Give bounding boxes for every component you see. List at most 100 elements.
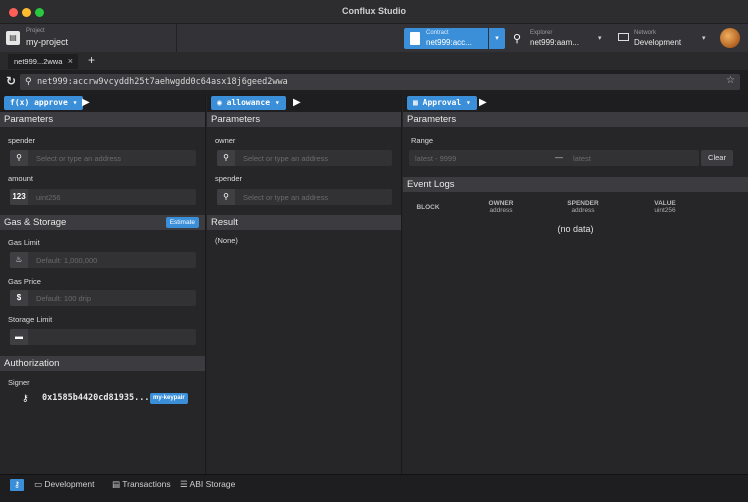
range-input[interactable]: latest - 9999 — latest (409, 150, 699, 166)
method-selector[interactable]: f(x) approve ▾ (4, 96, 84, 110)
amount-label: amount (8, 174, 34, 183)
keypair-badge: my-keypair (150, 393, 188, 404)
contract-selector[interactable]: Contract net999:acc... (404, 28, 488, 49)
chevron-down-icon: ▾ (274, 98, 280, 107)
chevron-down-icon: ▾ (72, 98, 78, 107)
method-name: allowance (226, 98, 271, 107)
spender-placeholder: Select or type an address (243, 193, 329, 202)
owner-input[interactable]: ⚲ Select or type an address (217, 150, 392, 166)
refresh-icon[interactable]: ↻ (6, 74, 16, 88)
column-type: uint256 (654, 207, 676, 214)
key-icon: ⚷ (22, 393, 29, 403)
column-type: address (571, 207, 595, 214)
chevron-down-icon: ▾ (466, 98, 471, 107)
development-label: Development (44, 479, 95, 489)
explorer-value: net999:aam... (530, 38, 579, 47)
approve-panel: f(x) approve ▾ ▶ Parameters spender ⚲ Se… (0, 94, 206, 474)
spender-input[interactable]: ⚲ Select or type an address (217, 189, 392, 205)
spender-label: spender (215, 174, 243, 183)
gas-limit-input[interactable]: ♨ Default: 1,000,000 (10, 252, 196, 268)
gas-price-input[interactable]: $ Default: 100 drip (10, 290, 196, 306)
abi-storage-label: ABI Storage (189, 479, 236, 489)
owner-label: owner (215, 136, 236, 145)
gas-price-placeholder: Default: 100 drip (36, 294, 92, 303)
range-separator: — (555, 153, 563, 162)
map-pin-icon: ⚲ (217, 150, 235, 166)
explorer-selector[interactable]: ⚲ Explorer net999:aam... ▾ (510, 28, 610, 49)
estimate-button[interactable]: Estimate (165, 217, 199, 228)
amount-placeholder: uint256 (36, 193, 61, 202)
column-name: BLOCK (416, 204, 440, 211)
tab-label: net999...2wwa (14, 57, 63, 66)
method-selector[interactable]: ◉ allowance ▾ (211, 96, 286, 110)
number-icon: 123 (10, 189, 28, 205)
column-value: VALUE uint256 (645, 200, 685, 214)
status-transactions[interactable]: ▤ Transactions (112, 479, 171, 490)
column-type: address (489, 207, 513, 214)
run-button[interactable]: ▶ (293, 97, 301, 108)
map-pin-icon: ⚲ (217, 189, 235, 205)
list-icon: ▤ (112, 479, 121, 489)
storage-limit-label: Storage Limit (8, 315, 53, 324)
document-icon (410, 32, 420, 45)
status-abi-storage[interactable]: ☰ ABI Storage (180, 479, 235, 490)
network-selector[interactable]: Network Development ▾ (616, 28, 716, 49)
title-bar: Conflux Studio (0, 0, 748, 24)
owner-placeholder: Select or type an address (243, 154, 329, 163)
key-icon[interactable]: ⚷ (10, 479, 24, 491)
star-icon[interactable]: ☆ (726, 75, 735, 86)
authorization-header: Authorization (0, 356, 205, 371)
run-button[interactable]: ▶ (82, 97, 90, 108)
gas-storage-title: Gas & Storage (4, 217, 67, 228)
address-bar: ↻ ⚲ net999:accrw9vcyddh25t7aehwgdd0c64as… (0, 70, 748, 94)
app-header: ▤ Project my-project Contract net999:acc… (0, 24, 748, 52)
spender-placeholder: Select or type an address (36, 154, 122, 163)
range-to: latest (573, 154, 591, 163)
map-pin-icon: ⚲ (10, 150, 28, 166)
contract-dropdown-button[interactable]: ▾ (489, 28, 505, 49)
close-icon[interactable]: × (68, 56, 73, 66)
map-pin-icon: ⚲ (513, 33, 522, 45)
no-data-message: (no data) (557, 224, 594, 234)
result-header: Result (207, 215, 401, 230)
signer-selector[interactable]: ⚷ 0x1585b4420cd81935... my-keypair (0, 390, 206, 408)
window-title: Conflux Studio (342, 6, 406, 16)
database-icon: ▬ (10, 329, 28, 345)
panel-toolbar: f(x) approve ▾ ▶ (0, 94, 205, 112)
chevron-down-icon[interactable]: ▾ (702, 34, 706, 42)
tab-contract[interactable]: net999...2wwa × (8, 54, 78, 69)
panel-toolbar: ▦ Approval ▾ ▶ (403, 94, 748, 112)
gas-limit-placeholder: Default: 1,000,000 (36, 256, 98, 265)
address-input[interactable]: ⚲ net999:accrw9vcyddh25t7aehwgdd0c64asx1… (20, 74, 740, 90)
event-selector[interactable]: ▦ Approval ▾ (407, 96, 477, 110)
amount-input[interactable]: 123 uint256 (10, 189, 196, 205)
add-tab-button[interactable]: + (88, 53, 95, 67)
explorer-label: Explorer (530, 30, 553, 36)
chevron-down-icon[interactable]: ▾ (598, 34, 602, 42)
column-block: BLOCK (413, 204, 443, 211)
tab-bar: net999...2wwa × + (0, 52, 748, 70)
chevron-down-icon: ▾ (495, 35, 499, 42)
status-development[interactable]: ▭ Development (34, 479, 95, 490)
clear-button[interactable]: Clear (701, 150, 733, 166)
list-icon: ☰ (180, 479, 188, 489)
parameters-header: Parameters (403, 112, 748, 127)
storage-limit-input[interactable]: ▬ (10, 329, 196, 345)
project-name: my-project (26, 37, 69, 47)
user-avatar[interactable] (720, 28, 740, 48)
project-icon: ▤ (6, 31, 20, 45)
server-icon: ▭ (34, 479, 43, 489)
dollar-icon: $ (10, 290, 28, 306)
network-value: Development (634, 38, 682, 47)
gas-storage-header: Gas & Storage Estimate (0, 215, 205, 230)
spender-input[interactable]: ⚲ Select or type an address (10, 150, 196, 166)
parameters-header: Parameters (207, 112, 401, 127)
panel-toolbar: ◉ allowance ▾ ▶ (207, 94, 401, 112)
event-logs-header: Event Logs (403, 177, 748, 192)
project-label: Project (26, 28, 45, 34)
range-from: latest - 9999 (415, 154, 457, 163)
gas-limit-label: Gas Limit (8, 238, 40, 247)
signer-label: Signer (8, 378, 30, 387)
run-button[interactable]: ▶ (479, 97, 487, 108)
address-text: net999:accrw9vcyddh25t7aehwgdd0c64asx18j… (37, 77, 288, 87)
